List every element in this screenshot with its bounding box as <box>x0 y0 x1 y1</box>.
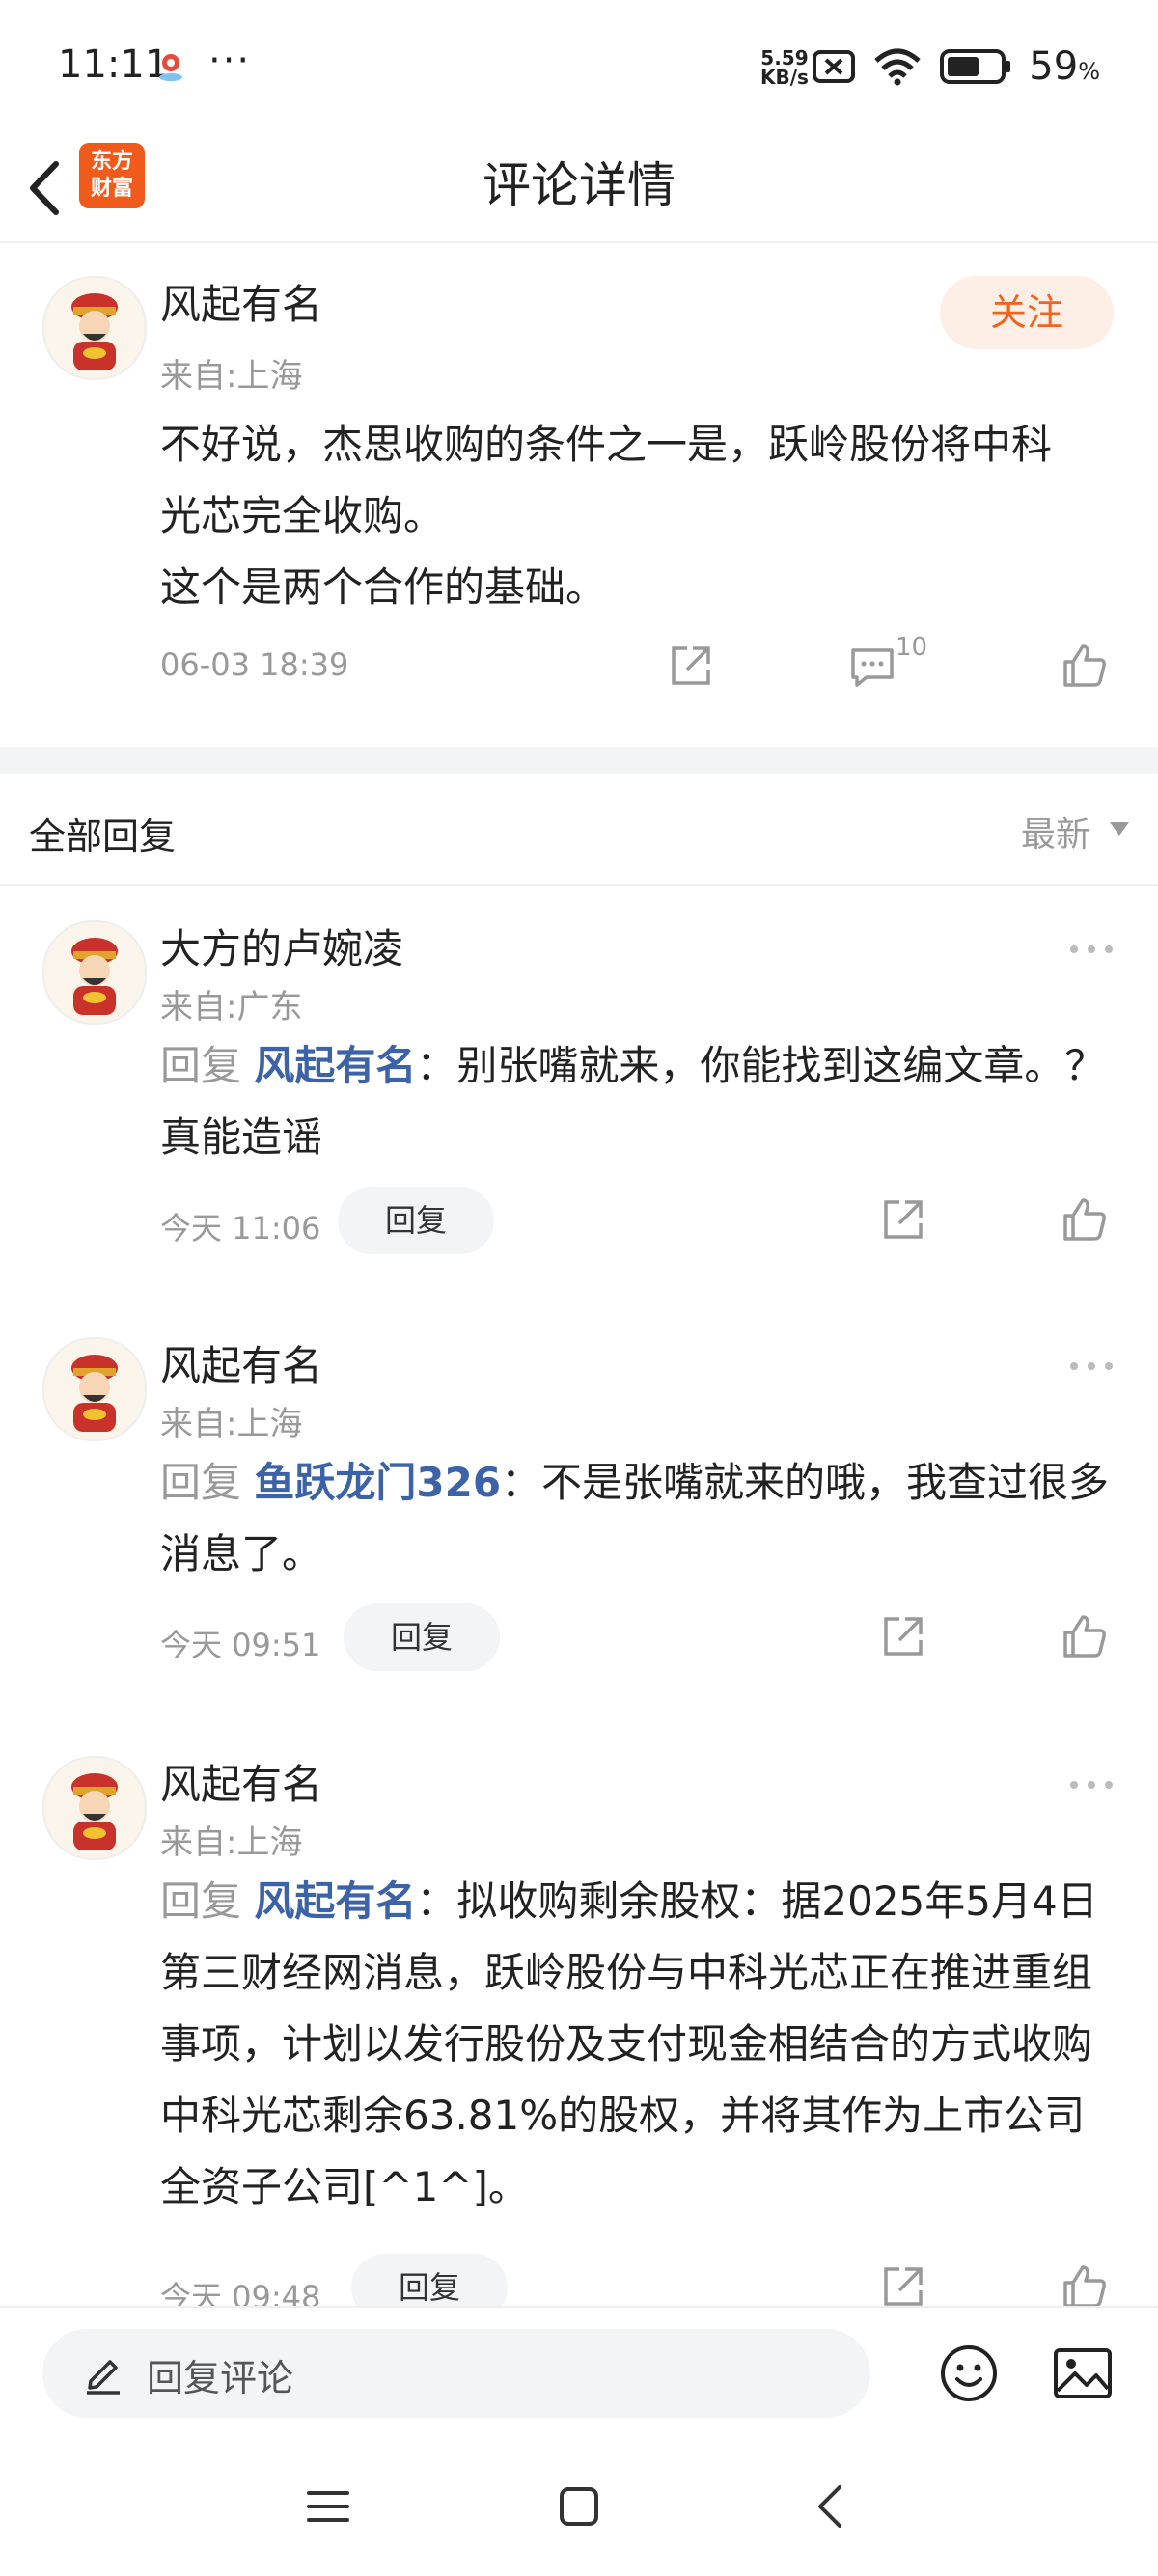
reply-button[interactable]: 回复 <box>344 1603 500 1671</box>
reply-item: 风起有名 来自:上海 回复 鱼跃龙门326：不是张嘴就来的哦，我查过很多消息了。… <box>0 1304 1158 1719</box>
back-icon[interactable] <box>807 2481 857 2532</box>
sort-dropdown[interactable]: 最新 <box>1021 807 1090 857</box>
comment-text: 不好说，杰思收购的条件之一是，跃岭股份将中科 光芯完全收购。 这个是两个合作的基… <box>160 409 1125 623</box>
reply-body: ：拟收购剩余股权：据2025年5月4日第三财经网消息，跃岭股份与中科光芯正在推进… <box>160 1877 1098 2210</box>
reply-prefix: 回复 <box>160 1877 242 1925</box>
more-options-icon[interactable] <box>1067 1775 1116 1795</box>
comment-text-line: 光芯完全收购。 <box>160 492 445 539</box>
replies-header: 全部回复 最新 <box>0 774 1158 886</box>
comment-text-line: 这个是两个合作的基础。 <box>160 563 607 611</box>
reply-count: 10 <box>896 633 928 662</box>
reply-target-link[interactable]: 鱼跃龙门326 <box>254 1459 501 1506</box>
avatar[interactable] <box>42 276 147 380</box>
menu-icon[interactable] <box>303 2481 353 2532</box>
reply-location: 来自:上海 <box>160 1823 303 1862</box>
reply-item: 大方的卢婉凌 来自:广东 回复 风起有名：别张嘴就来，你能找到这编文章。？ 真能… <box>0 888 1158 1302</box>
comment-time: 06-03 18:39 <box>160 646 349 683</box>
reply-time: 今天 11:06 <box>160 1210 321 1247</box>
page-title: 评论详情 <box>482 157 676 213</box>
share-icon[interactable] <box>876 1609 930 1663</box>
reply-author[interactable]: 风起有名 <box>160 1333 322 1392</box>
system-nav-bar <box>0 2431 1158 2576</box>
avatar[interactable] <box>42 920 147 1025</box>
sim-disabled-icon <box>813 50 856 83</box>
wifi-icon <box>874 48 921 86</box>
like-icon[interactable] <box>1058 1192 1112 1247</box>
comment-icon[interactable] <box>845 639 899 693</box>
home-icon[interactable] <box>554 2481 604 2532</box>
network-speed: 5.59 KB/s <box>760 48 809 87</box>
reply-prefix: 回复 <box>160 1459 242 1506</box>
reply-time: 今天 09:51 <box>160 1627 321 1663</box>
image-icon[interactable] <box>1052 2344 1114 2402</box>
reply-target-link[interactable]: 风起有名 <box>254 1877 416 1925</box>
reply-button[interactable]: 回复 <box>338 1187 494 1254</box>
comment-text-line: 不好说，杰思收购的条件之一是，跃岭股份将中科 <box>160 421 1053 468</box>
battery-icon <box>940 49 1011 84</box>
more-options-icon[interactable] <box>1067 1357 1116 1376</box>
reply-prefix: 回复 <box>160 1042 242 1089</box>
pencil-icon <box>87 2360 120 2395</box>
more-notifications-icon: ··· <box>208 39 252 83</box>
comment-location: 来自:上海 <box>160 357 303 396</box>
reply-text: 回复 鱼跃龙门326：不是张嘴就来的哦，我查过很多消息了。 <box>160 1447 1125 1590</box>
battery-unit: % <box>1078 58 1100 85</box>
reply-item: 风起有名 来自:上海 回复 风起有名：拟收购剩余股权：据2025年5月4日第三财… <box>0 1723 1158 2321</box>
bottom-reply-bar: 回复评论 <box>0 2306 1158 2433</box>
reply-input[interactable]: 回复评论 <box>42 2329 870 2418</box>
reply-text: 回复 风起有名：拟收购剩余股权：据2025年5月4日第三财经网消息，跃岭股份与中… <box>160 1866 1125 2223</box>
reply-location: 来自:广东 <box>160 988 303 1027</box>
reply-author[interactable]: 风起有名 <box>160 1752 322 1811</box>
share-icon[interactable] <box>664 639 718 693</box>
location-app-icon <box>159 54 182 81</box>
reply-text: 回复 风起有名：别张嘴就来，你能找到这编文章。？ 真能造谣 <box>160 1030 1125 1173</box>
network-speed-unit: KB/s <box>760 66 809 89</box>
reply-location: 来自:上海 <box>160 1405 303 1443</box>
reply-input-placeholder: 回复评论 <box>147 2357 294 2399</box>
status-time: 11:11 <box>58 42 170 87</box>
follow-button[interactable]: 关注 <box>940 276 1114 349</box>
avatar[interactable] <box>42 1337 147 1441</box>
avatar[interactable] <box>42 1756 147 1860</box>
network-speed-value: 5.59 <box>760 46 809 69</box>
section-divider <box>0 747 1158 774</box>
like-icon[interactable] <box>1058 639 1112 693</box>
like-icon[interactable] <box>1058 1609 1112 1663</box>
replies-title: 全部回复 <box>29 815 177 858</box>
battery-value: 59 <box>1029 44 1079 89</box>
status-bar: 11:11 ··· 5.59 KB/s 59% <box>0 0 1158 135</box>
main-comment: 风起有名 来自:上海 关注 不好说，杰思收购的条件之一是，跃岭股份将中科 光芯完… <box>0 243 1158 747</box>
caret-down-icon[interactable] <box>1110 822 1129 836</box>
comment-author[interactable]: 风起有名 <box>160 272 322 331</box>
emoji-icon[interactable] <box>938 2343 1000 2404</box>
more-options-icon[interactable] <box>1067 940 1116 959</box>
battery-percentage: 59% <box>1029 44 1100 89</box>
reply-target-link[interactable]: 风起有名 <box>254 1042 416 1089</box>
reply-author[interactable]: 大方的卢婉凌 <box>160 917 403 975</box>
share-icon[interactable] <box>876 1192 930 1247</box>
top-nav-bar: 东方 财富 评论详情 <box>0 135 1158 243</box>
